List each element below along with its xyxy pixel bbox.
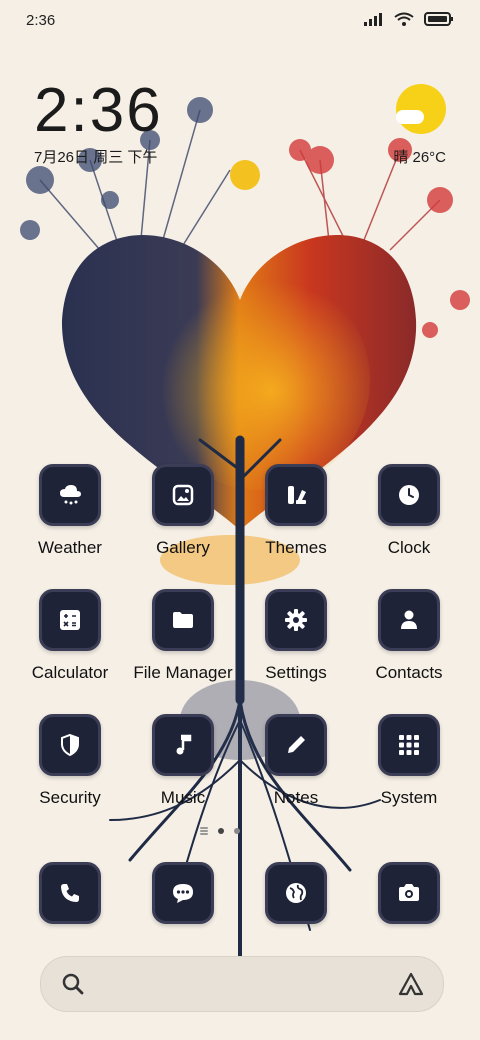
- assistant-icon[interactable]: [397, 971, 425, 997]
- signal-icon: [364, 13, 382, 26]
- app-clock[interactable]: Clock: [353, 464, 465, 558]
- app-label: File Manager: [133, 663, 233, 682]
- page-dot: [234, 828, 240, 834]
- app-label: Security: [39, 788, 101, 807]
- app-label: Themes: [265, 538, 327, 557]
- person-icon: [401, 610, 417, 629]
- widget-date: 7月26日 周三 下午: [34, 149, 158, 166]
- page-dot-active: [218, 828, 224, 834]
- app-system-folder[interactable]: System: [353, 714, 465, 808]
- globe-icon: [286, 883, 306, 903]
- app-weather[interactable]: Weather: [14, 464, 126, 558]
- pencil-icon: [288, 736, 305, 753]
- search-icon: [62, 973, 84, 995]
- search-bar[interactable]: [40, 956, 444, 1012]
- app-label: Calculator: [31, 663, 109, 682]
- app-calculator[interactable]: Calculator: [14, 589, 126, 683]
- gear-icon: [285, 609, 307, 631]
- shield-icon: [61, 733, 79, 757]
- weather-widget[interactable]: 晴 26°C: [393, 84, 446, 167]
- app-music[interactable]: Music: [127, 714, 239, 808]
- phone-icon: [61, 884, 79, 902]
- folder-icon: [173, 612, 193, 628]
- dock-browser[interactable]: [240, 862, 352, 924]
- app-label: Notes: [273, 788, 319, 807]
- sunny-icon: [396, 84, 446, 134]
- dock-camera[interactable]: [353, 862, 465, 924]
- cloud-rain-icon: [60, 485, 81, 505]
- app-security[interactable]: Security: [14, 714, 126, 808]
- message-icon: [173, 884, 193, 903]
- app-label: Settings: [265, 663, 327, 682]
- app-contacts[interactable]: Contacts: [353, 589, 465, 683]
- app-gallery[interactable]: Gallery: [127, 464, 239, 558]
- app-label: Weather: [38, 538, 102, 557]
- folder-grid-icon: [399, 735, 419, 755]
- status-bar: 2:36: [0, 0, 480, 42]
- app-label: Music: [160, 788, 206, 807]
- page-indicator[interactable]: [200, 828, 240, 834]
- music-note-icon: [176, 734, 192, 755]
- image-icon: [172, 484, 194, 506]
- calculator-icon: [60, 610, 80, 630]
- camera-icon: [399, 884, 419, 901]
- brush-icon: [288, 486, 306, 504]
- weather-text: 晴 26°C: [393, 149, 446, 166]
- app-label: Contacts: [375, 663, 443, 682]
- app-label: System: [380, 788, 438, 807]
- wifi-icon: [394, 12, 414, 26]
- dock-messages[interactable]: [127, 862, 239, 924]
- app-notes[interactable]: Notes: [240, 714, 352, 808]
- clock-widget[interactable]: 2:36 7月26日 周三 下午: [34, 80, 163, 167]
- app-label: Clock: [387, 538, 431, 557]
- dock-phone[interactable]: [14, 862, 126, 924]
- clock-icon: [399, 485, 419, 505]
- app-settings[interactable]: Settings: [240, 589, 352, 683]
- app-themes[interactable]: Themes: [240, 464, 352, 558]
- battery-icon: [424, 12, 453, 26]
- app-label: Gallery: [156, 538, 210, 557]
- page-dot-list: [200, 830, 208, 832]
- status-time: 2:36: [26, 12, 56, 29]
- widget-time: 2:36: [34, 76, 163, 145]
- app-file-manager[interactable]: File Manager: [127, 589, 239, 683]
